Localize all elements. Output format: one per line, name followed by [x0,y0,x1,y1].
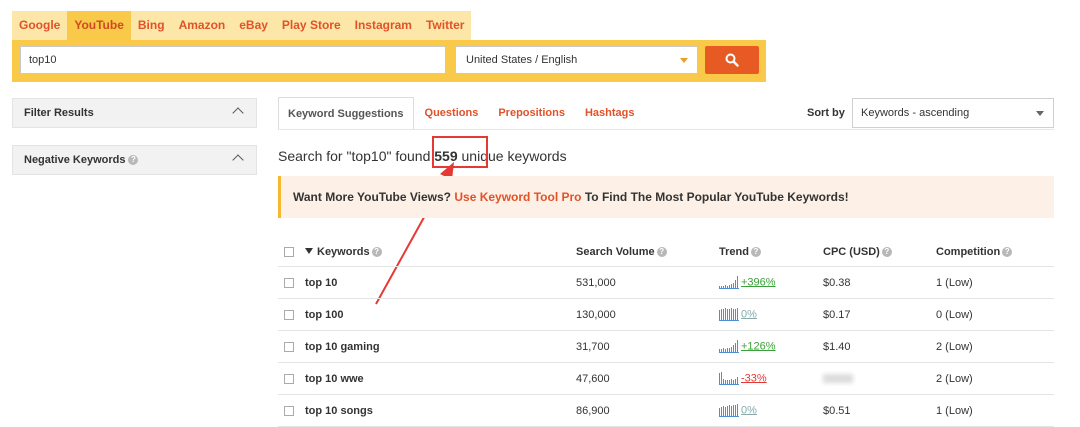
competition-value: 1 (Low) [936,276,973,289]
header-trend[interactable]: Trend [719,246,749,258]
tab-google[interactable]: Google [12,11,67,40]
cpc-value-blurred [823,374,853,384]
table-row: top 10 wwe 47,600 -33% 2 (Low) [278,362,1054,395]
search-volume-value: 531,000 [576,276,616,289]
trend-sparkline [719,372,739,385]
language-select-value: United States / English [466,54,578,66]
row-checkbox[interactable] [284,277,294,288]
tab-questions[interactable]: Questions [416,97,488,129]
tabs-divider [278,129,1054,130]
keyword-text[interactable]: top 100 [305,309,344,321]
search-icon [725,53,739,67]
trend-value[interactable]: +396% [741,276,776,288]
sort-desc-icon[interactable] [305,247,313,254]
help-icon[interactable]: ? [750,246,761,257]
row-checkbox[interactable] [284,373,294,384]
help-icon[interactable]: ? [371,246,382,257]
sort-label: Sort by [807,107,845,119]
search-button[interactable] [705,46,759,74]
competition-value: 2 (Low) [936,340,973,353]
trend-value[interactable]: 0% [741,404,757,416]
filter-results-panel[interactable]: Filter Results [12,98,257,128]
trend-value[interactable]: 0% [741,308,757,320]
tab-youtube[interactable]: YouTube [67,11,131,40]
promo-text: Want More YouTube Views? [293,190,455,204]
competition-value: 2 (Low) [936,372,973,385]
search-panel: United States / English [12,40,766,82]
search-volume-value: 31,700 [576,340,610,353]
trend-sparkline [719,308,739,321]
competition-value: 0 (Low) [936,308,973,321]
keyword-text[interactable]: top 10 [305,277,337,289]
trend-sparkline [719,340,739,353]
header-keywords[interactable]: Keywords [317,246,370,258]
search-volume-value: 47,600 [576,372,610,385]
cpc-value: $0.51 [823,404,851,417]
tab-amazon[interactable]: Amazon [172,11,233,40]
keyword-text[interactable]: top 10 gaming [305,341,380,353]
search-volume-value: 130,000 [576,308,616,321]
select-all-checkbox[interactable] [284,246,294,257]
search-input[interactable] [20,46,446,74]
row-checkbox[interactable] [284,405,294,416]
table-row: top 10 531,000 +396% $0.38 1 (Low) [278,266,1054,299]
tab-prepositions[interactable]: Prepositions [489,97,574,129]
negative-keywords-panel[interactable]: Negative Keywords? [12,145,257,175]
language-select[interactable]: United States / English [455,46,698,74]
sort-select[interactable]: Keywords - ascending [852,98,1054,128]
tab-bing[interactable]: Bing [131,11,172,40]
competition-value: 1 (Low) [936,404,973,417]
chevron-down-icon [680,58,688,63]
tab-play-store[interactable]: Play Store [275,11,348,40]
engine-tabs: Google YouTube Bing Amazon eBay Play Sto… [12,11,472,40]
header-search-volume[interactable]: Search Volume [576,246,655,258]
filter-results-label: Filter Results [24,107,94,119]
tab-instagram[interactable]: Instagram [348,11,419,40]
table-row: top 10 gaming 31,700 +126% $1.40 2 (Low) [278,330,1054,363]
table-row: top 100 130,000 0% $0.17 0 (Low) [278,298,1054,331]
promo-text-after: To Find The Most Popular YouTube Keyword… [581,190,849,204]
help-icon[interactable]: ? [656,246,667,257]
tab-keyword-suggestions[interactable]: Keyword Suggestions [278,97,414,130]
trend-sparkline [719,404,739,417]
table-header: Keywords? Search Volume? Trend? CPC (USD… [278,237,1054,267]
chevron-up-icon [232,107,244,119]
help-icon[interactable]: ? [881,246,892,257]
keyword-text[interactable]: top 10 songs [305,405,373,417]
table-row: top 10 songs 86,900 0% $0.51 1 (Low) [278,394,1054,427]
cpc-value: $0.17 [823,308,851,321]
header-cpc[interactable]: CPC (USD) [823,246,880,258]
promo-link[interactable]: Use Keyword Tool Pro [454,190,581,204]
promo-banner: Want More YouTube Views? Use Keyword Too… [278,176,1054,218]
search-volume-value: 86,900 [576,404,610,417]
sort-select-value: Keywords - ascending [861,107,970,119]
tab-twitter[interactable]: Twitter [419,11,471,40]
tab-hashtags[interactable]: Hashtags [576,97,644,129]
help-icon[interactable]: ? [128,155,139,165]
trend-value[interactable]: -33% [741,372,767,384]
row-checkbox[interactable] [284,309,294,320]
trend-sparkline [719,276,739,289]
negative-keywords-label: Negative Keywords [24,154,126,166]
result-tabs: Keyword Suggestions Questions Prepositio… [278,97,645,130]
trend-value[interactable]: +126% [741,340,776,352]
tab-ebay[interactable]: eBay [232,11,275,40]
cpc-value: $1.40 [823,340,851,353]
keyword-text[interactable]: top 10 wwe [305,373,364,385]
header-competition[interactable]: Competition [936,246,1000,258]
keywords-table: Keywords? Search Volume? Trend? CPC (USD… [278,237,1054,427]
row-checkbox[interactable] [284,341,294,352]
chevron-up-icon [232,154,244,166]
help-icon[interactable]: ? [1002,246,1013,257]
chevron-down-icon [1036,111,1044,116]
cpc-value: $0.38 [823,276,851,289]
